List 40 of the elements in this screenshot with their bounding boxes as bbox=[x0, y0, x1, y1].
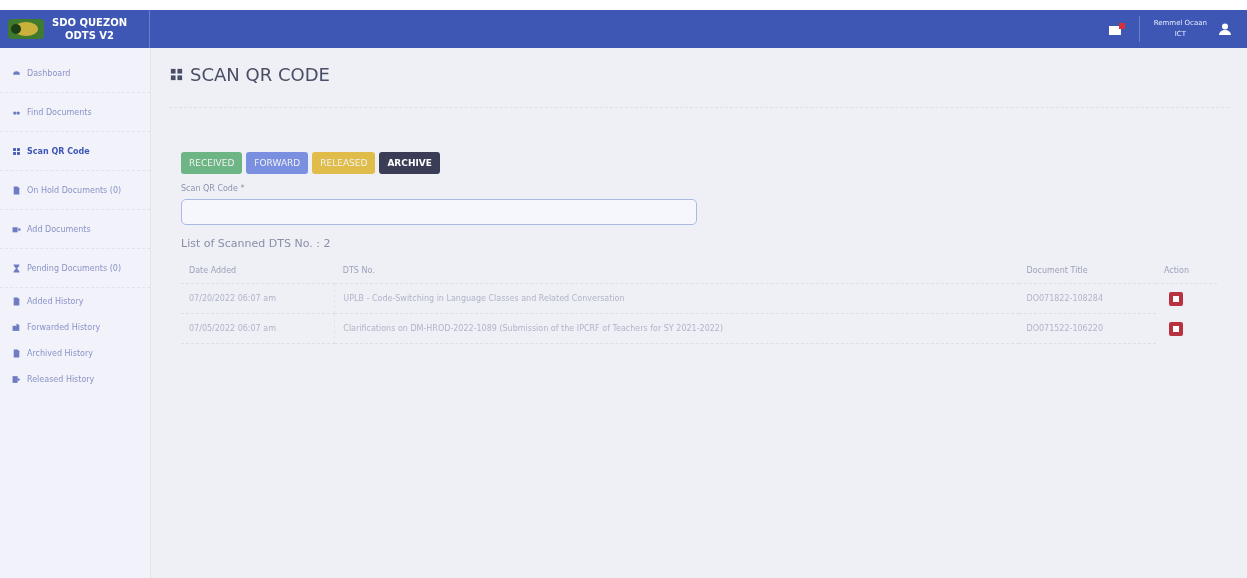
column-header: Date Added bbox=[181, 258, 335, 284]
qr-code-icon bbox=[12, 146, 21, 156]
seal-logo bbox=[8, 17, 44, 41]
hourglass-icon bbox=[12, 263, 21, 273]
sidebar-item[interactable]: Archived History bbox=[0, 340, 150, 366]
table-cell: DO071822-108284 bbox=[1018, 283, 1156, 314]
sidebar-item[interactable]: Find Documents bbox=[0, 93, 150, 132]
mail-icon[interactable] bbox=[1108, 23, 1125, 35]
user-icon[interactable] bbox=[1219, 23, 1231, 35]
square-icon bbox=[1172, 325, 1179, 332]
file-icon bbox=[12, 348, 21, 358]
list-heading: List of Scanned DTS No. : 2 bbox=[181, 237, 332, 250]
mode-button[interactable]: RELEASED bbox=[312, 152, 376, 174]
mode-button[interactable]: FORWARD bbox=[246, 152, 309, 174]
sidebar-item[interactable]: Pending Documents (0) bbox=[0, 249, 150, 288]
file-icon bbox=[12, 185, 21, 195]
mode-button[interactable]: ARCHIVE bbox=[379, 152, 440, 174]
delete-button[interactable] bbox=[1168, 291, 1183, 306]
sidebar-item[interactable]: Add Documents bbox=[0, 210, 150, 249]
qr-code-icon bbox=[169, 67, 184, 82]
qr-code-input[interactable] bbox=[181, 199, 697, 225]
table-cell: DO071522-106220 bbox=[1018, 313, 1156, 344]
sidebar-item[interactable]: Released History bbox=[0, 366, 150, 392]
file-icon bbox=[12, 296, 21, 306]
column-header: DTS No. bbox=[334, 258, 1019, 284]
gauge-icon bbox=[12, 68, 21, 78]
page-title: SCAN QR CODE bbox=[190, 64, 330, 85]
sidebar-item[interactable]: Forwarded History bbox=[0, 314, 150, 340]
mode-button[interactable]: RECEIVED bbox=[181, 152, 243, 174]
column-header: Document Title bbox=[1018, 258, 1156, 284]
brand-name: SDO QUEZON bbox=[52, 16, 128, 29]
sidebar-item[interactable]: Scan QR Code bbox=[0, 132, 150, 171]
delete-button[interactable] bbox=[1168, 321, 1183, 336]
column-header: Action bbox=[1155, 258, 1217, 284]
brand-subtitle: ODTS V2 bbox=[64, 29, 116, 42]
field-label: Scan QR Code * bbox=[181, 184, 246, 193]
sidebar-item[interactable]: Added History bbox=[0, 288, 150, 314]
square-icon bbox=[1172, 295, 1179, 302]
sidebar-item[interactable]: Dashboard bbox=[0, 54, 150, 93]
sidebar-item[interactable]: On Hold Documents (0) bbox=[0, 171, 150, 210]
